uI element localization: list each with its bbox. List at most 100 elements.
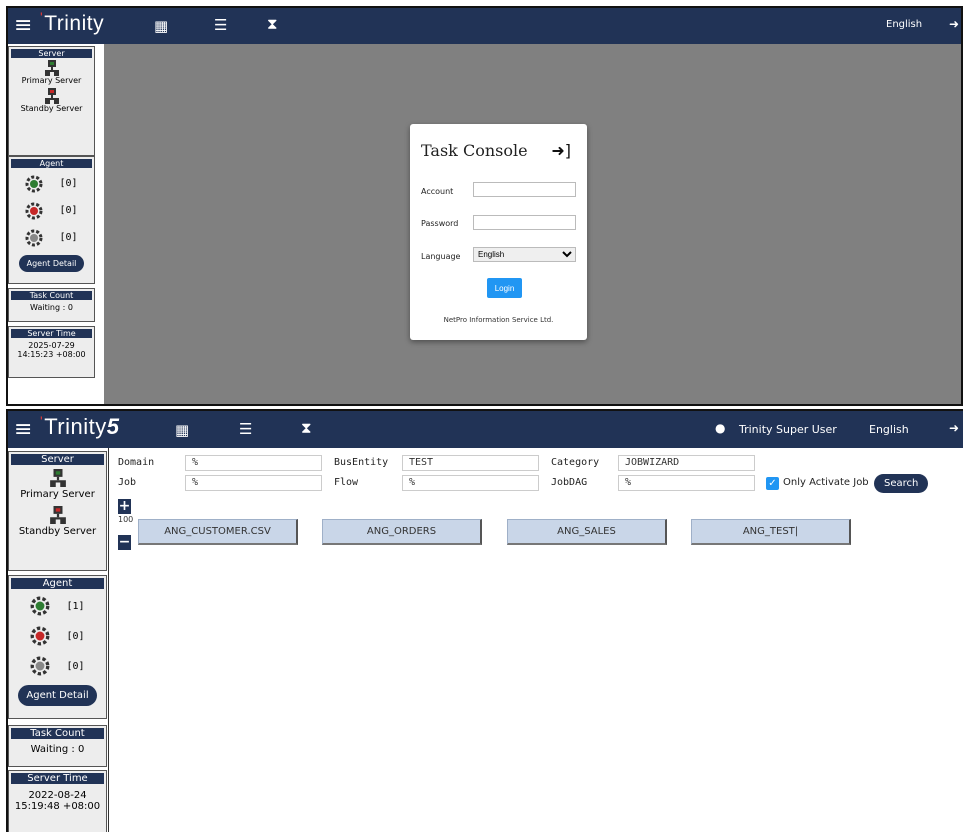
agent-header: Agent	[11, 578, 104, 589]
task-count-header: Task Count	[11, 291, 92, 300]
language-selector[interactable]: English	[869, 423, 909, 436]
gear-running-icon	[25, 175, 43, 192]
sign-in-icon: ➜]	[551, 141, 571, 160]
agent-panel: Agent [0] [0] [0] Agent Detail	[8, 156, 95, 284]
server-icon[interactable]	[44, 60, 60, 76]
agent-panel: Agent [1] [0] [0] Agent Detail	[8, 575, 107, 719]
server-time-header: Server Time	[11, 329, 92, 338]
list-icon[interactable]: ☰	[239, 420, 252, 438]
job-tab-customer[interactable]: ANG_CUSTOMER.CSV	[138, 519, 298, 545]
login-dialog: Task Console ➜] Account Password Languag…	[410, 124, 587, 340]
logout-icon[interactable]: ➜	[949, 421, 959, 435]
agent-row-idle: [0]	[9, 651, 106, 681]
standby-server-label: Standby Server	[18, 526, 97, 537]
primary-server-label: Primary Server	[20, 489, 95, 500]
domain-label: Domain	[118, 457, 155, 468]
busentity-label: BusEntity	[334, 457, 389, 468]
bottom-navbar: ≡ ʹTrinity5 ▦ ☰ ⧗ ● Trinity Super User E…	[8, 411, 963, 448]
waiting-count: Waiting : 0	[30, 744, 85, 755]
top-navbar: ≡ ʹTrinity ▦ ☰ ⧗ English ➜	[8, 8, 961, 44]
agent-detail-button[interactable]: Agent Detail	[18, 255, 85, 272]
only-activate-label: Only Activate Job	[783, 477, 869, 488]
hamburger-menu-icon[interactable]: ≡	[14, 15, 32, 37]
flow-label: Flow	[334, 477, 359, 488]
job-label: Job	[118, 477, 137, 488]
only-activate-checkbox[interactable]: ✓	[766, 477, 779, 490]
busentity-input[interactable]: TEST	[402, 455, 539, 471]
gear-running-icon	[31, 596, 50, 616]
task-count-panel: Task Count Waiting : 0	[8, 288, 95, 322]
waiting-count: Waiting : 0	[30, 303, 73, 312]
server-date: 2025-07-29	[28, 341, 75, 350]
server-panel: Server Primary Server Standby Server	[8, 451, 107, 571]
gear-idle-icon	[25, 229, 43, 246]
category-input[interactable]: JOBWIZARD	[618, 455, 755, 471]
server-icon[interactable]	[49, 469, 67, 487]
job-tab-sales[interactable]: ANG_SALES	[507, 519, 667, 545]
server-icon[interactable]	[44, 88, 60, 104]
zoom-in-button[interactable]: +	[118, 499, 131, 514]
bottom-main-window: ≡ ʹTrinity5 ▦ ☰ ⧗ ● Trinity Super User E…	[6, 409, 963, 832]
primary-server-label: Primary Server	[21, 76, 82, 85]
language-select[interactable]: English	[473, 247, 576, 262]
category-label: Category	[551, 457, 600, 468]
server-panel: Server Primary Server Standby Server	[8, 46, 95, 156]
login-button[interactable]: Login	[487, 278, 522, 298]
grid-icon[interactable]: ▦	[154, 17, 168, 35]
server-icon[interactable]	[49, 506, 67, 524]
server-time-panel: Server Time 2022-08-24 15:19:48 +08:00	[8, 770, 107, 832]
hourglass-icon[interactable]: ⧗	[267, 15, 278, 33]
server-time-panel: Server Time 2025-07-29 14:15:23 +08:00	[8, 326, 95, 378]
search-button[interactable]: Search	[874, 474, 929, 493]
zoom-out-button[interactable]: −	[118, 535, 131, 550]
job-tab-orders[interactable]: ANG_ORDERS	[322, 519, 482, 545]
gear-idle-icon	[31, 656, 50, 676]
brand-logo: ʹTrinity5	[40, 413, 120, 439]
agent-row-running: [1]	[9, 591, 106, 621]
hourglass-icon[interactable]: ⧗	[301, 419, 312, 437]
server-clock: 14:15:23 +08:00	[17, 350, 86, 359]
domain-input[interactable]: %	[185, 455, 322, 471]
agent-count-running: [1]	[66, 600, 85, 612]
flow-input[interactable]: %	[402, 475, 539, 491]
sidebar-divider	[108, 448, 109, 832]
agent-row-idle: [0]	[9, 224, 94, 251]
server-header: Server	[11, 454, 104, 465]
job-tab-test[interactable]: ANG_TEST|	[691, 519, 851, 545]
jobdag-input[interactable]: %	[618, 475, 755, 491]
gear-stopped-icon	[25, 202, 43, 219]
logout-icon[interactable]: ➜	[949, 17, 959, 31]
agent-detail-button[interactable]: Agent Detail	[18, 685, 97, 706]
agent-count-idle: [0]	[59, 232, 78, 243]
server-date: 2022-08-24	[28, 790, 87, 801]
password-label: Password	[421, 219, 459, 228]
gear-stopped-icon	[31, 626, 50, 646]
server-clock: 15:19:48 +08:00	[14, 801, 101, 812]
agent-row-running: [0]	[9, 170, 94, 197]
account-label: Account	[421, 187, 454, 196]
agent-count-stopped: [0]	[66, 630, 85, 642]
agent-count-running: [0]	[59, 178, 78, 189]
agent-row-stopped: [0]	[9, 197, 94, 224]
jobdag-label: JobDAG	[551, 477, 588, 488]
password-input[interactable]	[473, 215, 576, 230]
top-login-window: ≡ ʹTrinity ▦ ☰ ⧗ English ➜ Server Primar…	[6, 6, 963, 406]
account-input[interactable]	[473, 182, 576, 197]
company-footer: NetPro Information Service Ltd.	[443, 316, 554, 324]
list-icon[interactable]: ☰	[214, 16, 227, 34]
agent-row-stopped: [0]	[9, 621, 106, 651]
user-name[interactable]: Trinity Super User	[739, 423, 837, 436]
job-input[interactable]: %	[185, 475, 322, 491]
server-time-header: Server Time	[11, 773, 104, 784]
grid-icon[interactable]: ▦	[175, 421, 189, 439]
agent-count-stopped: [0]	[59, 205, 78, 216]
login-title: Task Console	[421, 141, 528, 160]
language-selector[interactable]: English	[886, 19, 922, 30]
language-label: Language	[421, 252, 461, 261]
user-icon: ●	[715, 421, 726, 435]
task-count-panel: Task Count Waiting : 0	[8, 725, 107, 767]
agent-header: Agent	[11, 159, 92, 168]
server-header: Server	[11, 49, 92, 58]
task-count-header: Task Count	[11, 728, 104, 739]
hamburger-menu-icon[interactable]: ≡	[14, 419, 32, 441]
